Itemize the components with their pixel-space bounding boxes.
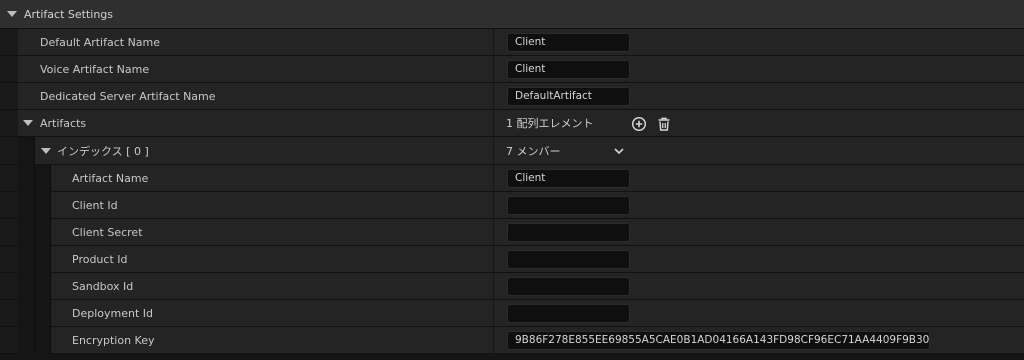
name-cell: Encryption Key — [51, 327, 493, 354]
name-cell: Default Artifact Name — [18, 29, 493, 56]
value-cell: DefaultArtifact — [494, 83, 1024, 110]
indent-bar — [34, 273, 35, 300]
collapse-triangle-icon[interactable] — [7, 11, 17, 17]
array-count: 1 配列エレメント — [506, 117, 594, 130]
property-label: Artifact Name — [72, 171, 149, 185]
name-cell: Sandbox Id — [51, 273, 493, 300]
row-encryption-key: Encryption Key 9B86F278E855EE69855A5CAE0… — [0, 327, 1024, 354]
artifacts-label: Artifacts — [40, 116, 87, 130]
row-gutter — [0, 246, 18, 273]
row-dedicated-server-artifact-name: Dedicated Server Artifact Name DefaultAr… — [0, 83, 1024, 110]
property-label: Deployment Id — [72, 306, 154, 320]
plus-circle-icon[interactable] — [630, 115, 648, 133]
indent-bar — [34, 246, 35, 273]
section-title: Artifact Settings — [24, 7, 114, 21]
name-cell: Client Id — [51, 192, 493, 219]
value-cell — [494, 192, 1024, 219]
row-sandbox-id: Sandbox Id — [0, 273, 1024, 300]
value-cell — [494, 300, 1024, 327]
index-label: インデックス [ 0 ] — [57, 144, 149, 158]
row-gutter — [0, 192, 18, 219]
row-client-id: Client Id — [0, 192, 1024, 219]
row-artifact-name: Artifact Name Client — [0, 165, 1024, 192]
indent-bar — [34, 327, 35, 354]
name-cell[interactable]: Artifacts — [18, 110, 493, 137]
value-cell: Client — [494, 29, 1024, 56]
value-cell: 9B86F278E855EE69855A5CAE0B1AD04166A143FD… — [494, 327, 1024, 354]
expand-triangle-icon[interactable] — [41, 147, 51, 154]
name-cell: Product Id — [51, 246, 493, 273]
value-cell: 7 メンバー — [494, 137, 1024, 165]
expand-triangle-icon[interactable] — [23, 120, 33, 126]
encryption-key-input[interactable]: 9B86F278E855EE69855A5CAE0B1AD04166A143FD… — [507, 331, 930, 350]
trash-icon[interactable] — [655, 115, 673, 133]
row-deployment-id: Deployment Id — [0, 300, 1024, 327]
name-cell: Voice Artifact Name — [18, 56, 493, 83]
voice-artifact-name-input[interactable]: Client — [507, 60, 630, 79]
details-panel: Artifact Settings Default Artifact Name … — [0, 0, 1024, 360]
row-artifacts: Artifacts 1 配列エレメント — [0, 110, 1024, 137]
row-default-artifact-name: Default Artifact Name Client — [0, 29, 1024, 56]
members-count: 7 メンバー — [506, 144, 561, 158]
product-id-input[interactable] — [507, 250, 630, 269]
name-cell: Client Secret — [51, 219, 493, 246]
chevron-down-icon[interactable] — [612, 144, 626, 158]
default-artifact-name-input[interactable]: Client — [507, 33, 630, 52]
name-cell: Deployment Id — [51, 300, 493, 327]
sandbox-id-input[interactable] — [507, 277, 630, 296]
row-gutter — [0, 300, 18, 327]
row-gutter — [0, 83, 18, 110]
value-cell: 1 配列エレメント — [494, 110, 1024, 137]
property-label: Dedicated Server Artifact Name — [40, 89, 216, 103]
value-cell: Client — [494, 165, 1024, 192]
row-index-0: インデックス [ 0 ] 7 メンバー — [0, 137, 1024, 165]
deployment-id-input[interactable] — [507, 304, 630, 323]
property-label: Default Artifact Name — [40, 35, 161, 49]
row-gutter — [0, 110, 18, 137]
row-client-secret: Client Secret — [0, 219, 1024, 246]
row-gutter — [0, 327, 18, 354]
indent-bar — [34, 219, 35, 246]
value-cell — [494, 246, 1024, 273]
row-gutter — [0, 137, 18, 165]
name-cell[interactable]: インデックス [ 0 ] — [35, 137, 493, 165]
row-voice-artifact-name: Voice Artifact Name Client — [0, 56, 1024, 83]
property-label: Voice Artifact Name — [40, 62, 150, 76]
value-cell — [494, 273, 1024, 300]
indent-bar — [34, 165, 35, 192]
property-label: Client Id — [72, 198, 118, 212]
artifact-name-input[interactable]: Client — [507, 169, 630, 188]
name-cell: Dedicated Server Artifact Name — [18, 83, 493, 110]
row-gutter — [0, 219, 18, 246]
property-label: Product Id — [72, 252, 128, 266]
dedicated-server-artifact-name-input[interactable]: DefaultArtifact — [507, 87, 630, 106]
client-id-input[interactable] — [507, 196, 630, 215]
row-gutter — [0, 165, 18, 192]
row-gutter — [0, 273, 18, 300]
client-secret-input[interactable] — [507, 223, 630, 242]
property-label: Sandbox Id — [72, 279, 134, 293]
row-product-id: Product Id — [0, 246, 1024, 273]
value-cell: Client — [494, 56, 1024, 83]
value-cell — [494, 219, 1024, 246]
row-gutter — [0, 56, 18, 83]
indent-bar — [34, 192, 35, 219]
name-cell: Artifact Name — [51, 165, 493, 192]
artifact-settings-header[interactable]: Artifact Settings — [0, 0, 1024, 29]
property-label: Client Secret — [72, 225, 143, 239]
property-label: Encryption Key — [72, 333, 155, 347]
row-gutter — [0, 29, 18, 56]
indent-bar — [34, 300, 35, 327]
